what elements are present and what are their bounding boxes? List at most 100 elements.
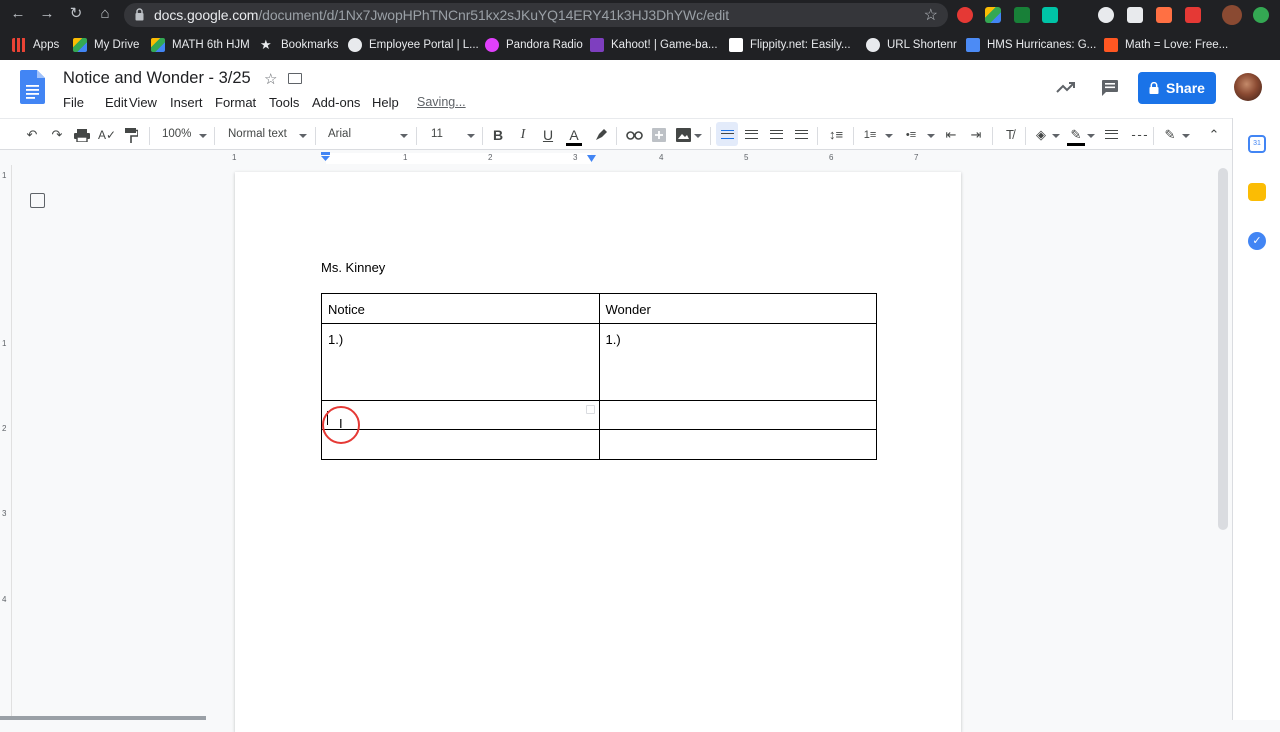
table-header-notice[interactable]: Notice — [321, 293, 600, 324]
bookmark-url-shortenr[interactable]: URL Shortenr — [866, 33, 957, 57]
font-select[interactable]: Arial — [328, 128, 351, 140]
extension-red-icon[interactable] — [957, 7, 973, 23]
menu-insert[interactable]: Insert — [170, 95, 203, 110]
left-indent-marker-icon[interactable] — [320, 152, 331, 164]
lock-icon — [1149, 82, 1159, 94]
extension-pen-icon[interactable] — [1156, 7, 1172, 23]
font-size-select[interactable]: 11 — [431, 128, 443, 140]
table-cell[interactable]: 1.) — [598, 323, 877, 401]
extension-sheets-icon[interactable] — [1014, 7, 1030, 23]
table-header-wonder[interactable]: Wonder — [598, 293, 877, 324]
notice-wonder-table[interactable]: Notice Wonder 1.) 1.) — [321, 293, 877, 460]
paragraph-style-select[interactable]: Normal text — [228, 128, 287, 140]
reload-icon[interactable]: ↻ — [66, 4, 86, 24]
bookmark-math-love[interactable]: Math = Love: Free... — [1104, 33, 1228, 57]
table-cell[interactable] — [598, 429, 877, 460]
table-cell[interactable]: 1.) — [321, 323, 600, 401]
clear-formatting-icon[interactable]: T̸ — [1002, 127, 1018, 143]
table-cell[interactable] — [321, 400, 600, 430]
bookmark-employee-portal[interactable]: Employee Portal | L... — [348, 33, 479, 57]
teacher-name: Ms. Kinney — [321, 260, 386, 275]
bookmark-apps[interactable]: Apps — [12, 33, 59, 57]
table-cell[interactable] — [598, 400, 877, 430]
user-avatar[interactable] — [1234, 73, 1262, 101]
add-comment-icon[interactable] — [652, 128, 666, 142]
move-folder-icon[interactable] — [288, 73, 302, 84]
home-icon[interactable]: ⌂ — [95, 4, 115, 24]
save-status[interactable]: Saving... — [417, 95, 466, 109]
menu-view[interactable]: View — [129, 95, 157, 110]
redo-icon[interactable]: ↷ — [49, 127, 65, 143]
align-justify-icon[interactable] — [795, 130, 808, 139]
menu-file[interactable]: File — [63, 95, 84, 110]
keep-icon[interactable] — [1248, 183, 1266, 201]
highlight-color-icon[interactable] — [594, 128, 608, 142]
undo-icon[interactable]: ↶ — [24, 127, 40, 143]
menu-addons[interactable]: Add-ons — [312, 95, 360, 110]
align-center-icon[interactable] — [745, 130, 758, 139]
paint-format-icon[interactable] — [125, 128, 138, 143]
document-outline-icon[interactable] — [30, 193, 45, 208]
document-page[interactable]: Ms. Kinney Notice Wonder 1.) 1.) I — [235, 172, 961, 732]
tasks-icon[interactable]: ✓ — [1248, 232, 1266, 250]
bulleted-list-icon[interactable]: •≡ — [903, 127, 919, 143]
calendar-icon[interactable]: 31 — [1248, 135, 1266, 153]
chevron-up-icon[interactable]: ⌃ — [1206, 127, 1222, 143]
bold-button[interactable]: B — [490, 127, 506, 143]
line-spacing-icon[interactable]: ↕≡ — [827, 127, 845, 143]
align-right-icon[interactable] — [770, 130, 783, 139]
cell-fill-color-icon[interactable]: ◈ — [1033, 127, 1049, 143]
text-color-button[interactable]: A — [566, 127, 582, 146]
italic-button[interactable]: I — [515, 127, 531, 143]
google-docs-logo-icon[interactable] — [20, 70, 45, 104]
comments-icon[interactable] — [1101, 79, 1119, 97]
star-icon[interactable]: ☆ — [264, 70, 277, 88]
editing-mode-pencil-icon[interactable]: ✎ — [1162, 127, 1178, 143]
border-width-icon[interactable] — [1105, 130, 1118, 139]
border-dash-icon[interactable]: - - - — [1131, 127, 1147, 143]
underline-button[interactable]: U — [540, 127, 556, 143]
horizontal-ruler[interactable]: 1 1 2 3 4 5 6 7 — [0, 151, 1232, 165]
cell-menu-chevron-icon[interactable] — [586, 405, 595, 414]
extension-grammarly-icon[interactable] — [1042, 7, 1058, 23]
bookmark-flippity[interactable]: Flippity.net: Easily... — [729, 33, 851, 57]
document-title[interactable]: Notice and Wonder - 3/25 — [63, 69, 251, 88]
vruler-mark: 1 — [2, 339, 7, 348]
bookmark-pandora[interactable]: Pandora Radio — [485, 33, 583, 57]
extension-drive-icon[interactable] — [985, 7, 1001, 23]
spellcheck-icon[interactable]: A✓ — [98, 127, 116, 143]
bookmark-bookmarks[interactable]: ★ Bookmarks — [260, 33, 339, 57]
bookmark-hms-hurricanes[interactable]: HMS Hurricanes: G... — [966, 33, 1096, 57]
print-icon[interactable] — [74, 129, 90, 142]
bookmark-my-drive[interactable]: My Drive — [73, 33, 139, 57]
toolbar-separator — [710, 127, 711, 145]
menu-edit[interactable]: Edit — [105, 95, 127, 110]
insert-link-icon[interactable] — [626, 131, 643, 140]
table-cell[interactable] — [321, 429, 600, 460]
forward-icon[interactable]: → — [37, 4, 57, 24]
share-button[interactable]: Share — [1138, 72, 1216, 104]
numbered-list-icon[interactable]: 1≡ — [862, 127, 878, 143]
browser-profile-avatar[interactable] — [1222, 5, 1242, 25]
insert-image-icon[interactable] — [676, 128, 691, 142]
extension-screencast-icon[interactable] — [1185, 7, 1201, 23]
toolbar-separator — [416, 127, 417, 145]
menu-help[interactable]: Help — [372, 95, 399, 110]
menu-format[interactable]: Format — [215, 95, 256, 110]
increase-indent-icon[interactable]: ⇥ — [968, 127, 984, 143]
back-icon[interactable]: ← — [8, 4, 28, 24]
extension-green-icon[interactable] — [1253, 7, 1269, 23]
right-indent-marker-icon[interactable] — [586, 155, 597, 164]
bookmark-kahoot[interactable]: Kahoot! | Game-ba... — [590, 33, 718, 57]
border-color-icon[interactable]: ✎ — [1067, 127, 1085, 146]
decrease-indent-icon[interactable]: ⇤ — [943, 127, 959, 143]
extension-puzzle-icon[interactable] — [1127, 7, 1143, 23]
address-bar[interactable]: docs.google.com/document/d/1Nx7JwopHPhTN… — [124, 3, 948, 27]
extension-pinterest-icon[interactable] — [1098, 7, 1114, 23]
bookmark-math[interactable]: MATH 6th HJM — [151, 33, 250, 57]
zoom-select[interactable]: 100% — [162, 128, 191, 140]
activity-trend-icon[interactable] — [1056, 80, 1076, 94]
bookmark-star-icon[interactable]: ☆ — [924, 5, 938, 25]
document-scrollbar[interactable] — [1218, 168, 1228, 530]
menu-tools[interactable]: Tools — [269, 95, 299, 110]
